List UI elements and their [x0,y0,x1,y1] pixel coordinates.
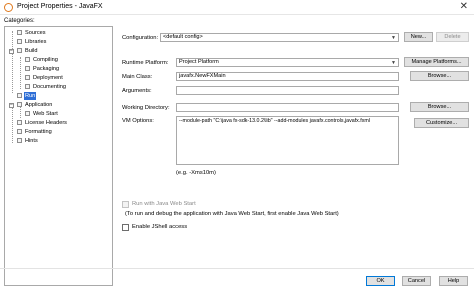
jshell-checkbox[interactable] [122,224,129,231]
manage-platforms-button[interactable]: Manage Platforms... [404,57,469,67]
collapse-icon[interactable]: − [9,49,14,54]
category-node-icon [25,111,30,116]
new-config-button[interactable]: New... [404,32,433,42]
configuration-label: Configuration: [122,35,159,41]
tree-item-hints[interactable]: Hints [25,137,38,145]
tree-item-libraries[interactable]: Libraries [25,38,46,46]
chevron-down-icon: ▼ [391,35,396,41]
customize-button[interactable]: Customize... [414,118,469,128]
tree-item-sources[interactable]: Sources [25,29,46,37]
runtime-platform-select[interactable]: Project Platform ▼ [176,58,399,67]
tree-item-compiling[interactable]: Compiling [33,56,58,64]
cancel-button[interactable]: Cancel [402,276,431,286]
category-node-icon [17,93,22,98]
tree-item-formatting[interactable]: Formatting [25,128,52,136]
category-node-icon [25,84,30,89]
tree-item-license-headers[interactable]: License Headers [25,119,67,127]
arguments-label: Arguments: [122,88,152,94]
configuration-value: <default config> [163,34,203,40]
netbeans-app-icon [4,3,13,12]
runtime-platform-label: Runtime Platform: [122,60,169,66]
tree-item-documenting[interactable]: Documenting [33,83,66,91]
tree-item-application[interactable]: Application [25,101,52,109]
tree-guide-line [12,105,13,143]
category-node-icon [17,102,22,107]
runtime-platform-value: Project Platform [179,59,219,65]
configuration-select[interactable]: <default config> ▼ [160,33,399,42]
working-directory-field[interactable] [176,103,399,112]
arguments-field[interactable] [176,86,399,95]
category-node-icon [17,30,22,35]
category-node-icon [17,138,22,143]
ok-button[interactable]: OK [366,276,395,286]
window-title: Project Properties - JavaFX [17,3,103,10]
tree-item-web-start[interactable]: Web Start [33,110,58,118]
jshell-checkbox-label: Enable JShell access [132,224,188,230]
delete-config-button[interactable]: Delete [436,32,469,42]
vm-options-textarea[interactable]: --module-path "C:\java fx-sdk-13.0.2\lib… [176,116,399,165]
vm-options-label: VM Options: [122,118,154,124]
category-node-icon [17,39,22,44]
tree-item-build[interactable]: Build [25,47,37,55]
title-bar: Project Properties - JavaFX ✕ [0,0,474,15]
close-icon[interactable]: ✕ [460,1,468,13]
collapse-icon[interactable]: − [9,103,14,108]
category-node-icon [25,66,30,71]
category-node-icon [25,75,30,80]
help-button[interactable]: Help [439,276,468,286]
tree-item-run[interactable]: Run [24,92,37,100]
web-start-checkbox[interactable] [122,201,129,208]
categories-tree[interactable]: Sources Libraries − Build Compiling Pack… [4,26,113,286]
footer-divider [0,268,474,269]
chevron-down-icon: ▼ [391,60,396,66]
vm-options-hint: (e.g. -Xms10m) [176,170,216,176]
tree-guide-line [20,57,21,89]
category-node-icon [17,129,22,134]
categories-label: Categories: [4,18,35,24]
tree-item-packaging[interactable]: Packaging [33,65,59,73]
main-class-field[interactable]: javafx.NewFXMain [176,72,399,81]
web-start-checkbox-label: Run with Java Web Start [132,201,196,207]
web-start-note: (To run and debug the application with J… [125,211,339,217]
tree-item-deployment[interactable]: Deployment [33,74,63,82]
browse-working-directory-button[interactable]: Browse... [410,102,469,112]
tree-guide-line [12,31,13,93]
working-directory-label: Working Directory: [122,105,170,111]
category-node-icon [17,120,22,125]
main-class-label: Main Class: [122,74,153,80]
category-node-icon [25,57,30,62]
browse-main-class-button[interactable]: Browse... [410,71,469,81]
category-node-icon [17,48,22,53]
